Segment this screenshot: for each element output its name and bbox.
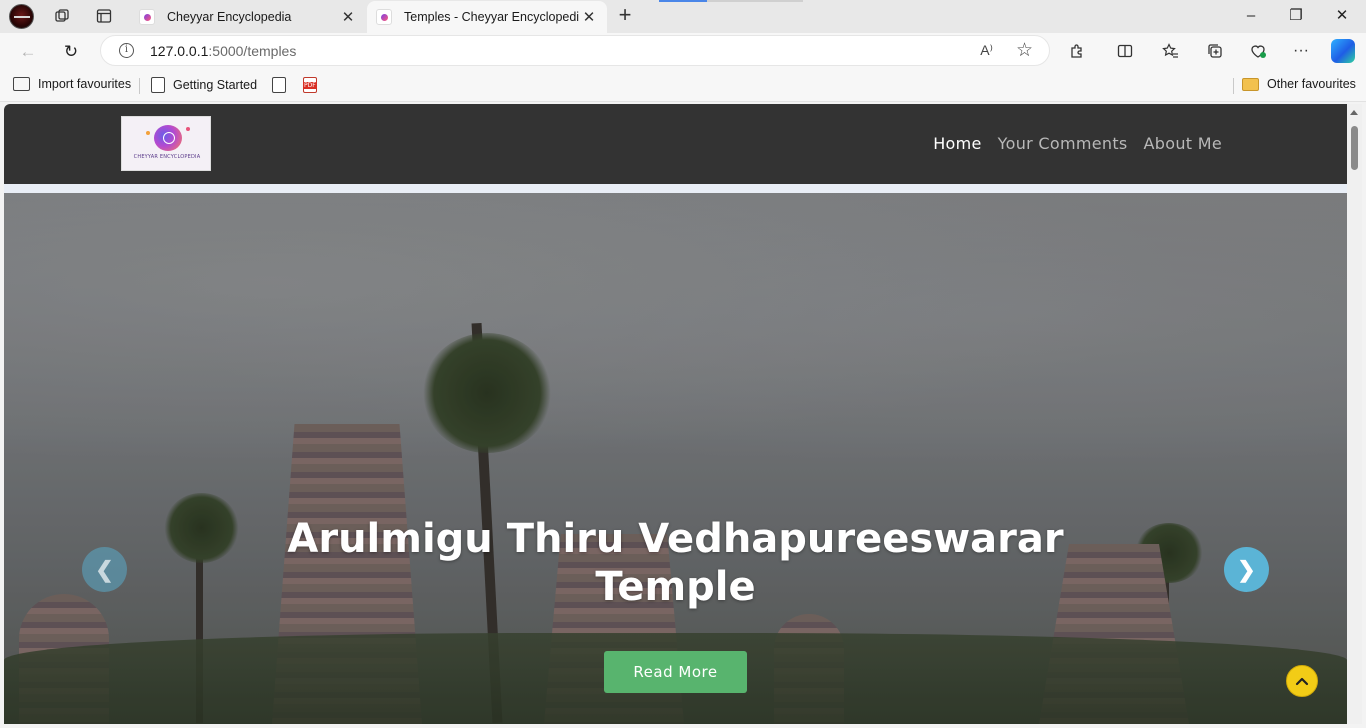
new-tab-icon[interactable]: + bbox=[614, 4, 636, 28]
browser-toolbar: ← ↻ i 127.0.0.1:5000/temples A⁾ ☆ ··· bbox=[0, 33, 1366, 69]
extensions-icon[interactable] bbox=[1066, 40, 1088, 62]
nav-home[interactable]: Home bbox=[933, 134, 981, 153]
getting-started-label: Getting Started bbox=[173, 78, 258, 92]
back-to-top-button[interactable] bbox=[1286, 665, 1318, 697]
page-icon bbox=[272, 77, 286, 93]
chevron-left-icon: ❮ bbox=[95, 556, 114, 582]
back-icon[interactable]: ← bbox=[15, 39, 41, 65]
read-aloud-icon[interactable]: A⁾ bbox=[980, 42, 993, 59]
page-icon bbox=[151, 77, 165, 93]
favorites-icon[interactable] bbox=[1159, 40, 1181, 62]
chevron-up-icon bbox=[1295, 677, 1309, 686]
hero-title: Arulmigu Thiru Vedhapureeswarar Temple bbox=[287, 516, 1064, 610]
tab-title: Cheyyar Encyclopedia bbox=[167, 10, 292, 24]
page-viewport: CHEYYAR ENCYCLOPEDIA Home Your Comments … bbox=[4, 104, 1347, 724]
logo-dot bbox=[146, 131, 150, 135]
collections-icon[interactable] bbox=[1204, 40, 1226, 62]
pdf-icon bbox=[303, 77, 317, 93]
tab-title: Temples - Cheyyar Encyclopedia bbox=[404, 10, 579, 24]
site-info-icon[interactable]: i bbox=[119, 43, 134, 58]
site-header: CHEYYAR ENCYCLOPEDIA Home Your Comments … bbox=[4, 104, 1347, 184]
import-favourites-link[interactable]: Import favourites bbox=[13, 77, 131, 91]
favorite-page-link[interactable] bbox=[272, 77, 294, 93]
favorite-pdf-link[interactable] bbox=[303, 77, 317, 93]
nav-your-comments[interactable]: Your Comments bbox=[998, 134, 1128, 153]
site-logo[interactable]: CHEYYAR ENCYCLOPEDIA bbox=[121, 116, 211, 171]
chevron-right-icon: ❯ bbox=[1237, 556, 1256, 582]
profile-avatar[interactable] bbox=[9, 4, 34, 29]
tab-strip-indicator bbox=[659, 0, 707, 2]
carousel-prev-button[interactable]: ❮ bbox=[82, 547, 127, 592]
logo-mark-icon bbox=[154, 125, 182, 151]
favorites-bar: Import favourites Getting Started Other … bbox=[0, 69, 1366, 102]
refresh-icon[interactable]: ↻ bbox=[58, 39, 84, 65]
getting-started-link[interactable]: Getting Started bbox=[151, 77, 257, 93]
read-more-button[interactable]: Read More bbox=[604, 651, 747, 693]
site-favicon-icon bbox=[139, 9, 155, 25]
carousel-next-button[interactable]: ❯ bbox=[1224, 547, 1269, 592]
workspaces-icon[interactable] bbox=[52, 6, 72, 26]
logo-dot bbox=[186, 127, 190, 131]
url-text[interactable]: 127.0.0.1:5000/temples bbox=[150, 43, 296, 59]
page-scrollbar[interactable] bbox=[1347, 104, 1362, 724]
nav-about-me[interactable]: About Me bbox=[1144, 134, 1222, 153]
more-options-icon[interactable]: ··· bbox=[1290, 40, 1312, 62]
restore-icon[interactable]: ❐ bbox=[1274, 4, 1318, 28]
tab-close-icon[interactable]: ✕ bbox=[579, 8, 599, 26]
browser-titlebar: Cheyyar Encyclopedia ✕ Temples - Cheyyar… bbox=[0, 0, 1366, 33]
copilot-icon[interactable] bbox=[1331, 39, 1355, 63]
logo-text: CHEYYAR ENCYCLOPEDIA bbox=[133, 154, 201, 160]
browser-essentials-icon[interactable] bbox=[1247, 40, 1269, 62]
tab-temples[interactable]: Temples - Cheyyar Encyclopedia ✕ bbox=[367, 1, 607, 33]
tab-actions-icon[interactable] bbox=[94, 6, 114, 26]
tab-cheyyar-encyclopedia[interactable]: Cheyyar Encyclopedia ✕ bbox=[130, 1, 366, 33]
hero-carousel: Arulmigu Thiru Vedhapureeswarar Temple R… bbox=[4, 193, 1347, 724]
favorites-divider bbox=[1233, 78, 1234, 94]
header-divider bbox=[4, 184, 1347, 193]
import-icon bbox=[13, 77, 30, 91]
add-favorite-icon[interactable]: ☆ bbox=[1016, 39, 1033, 62]
tab-strip-indicator-secondary bbox=[707, 0, 803, 2]
main-nav: Home Your Comments About Me bbox=[933, 134, 1222, 153]
scrollbar-thumb[interactable] bbox=[1351, 126, 1358, 170]
other-favourites-folder[interactable]: Other favourites bbox=[1242, 77, 1356, 91]
url-path: :5000/temples bbox=[208, 43, 297, 59]
close-window-icon[interactable]: ✕ bbox=[1320, 4, 1364, 28]
address-bar[interactable]: i 127.0.0.1:5000/temples A⁾ ☆ bbox=[100, 35, 1050, 66]
minimize-icon[interactable]: – bbox=[1229, 4, 1273, 28]
url-host: 127.0.0.1 bbox=[150, 43, 209, 59]
other-favourites-label: Other favourites bbox=[1267, 77, 1356, 91]
folder-icon bbox=[1242, 77, 1259, 91]
split-screen-icon[interactable] bbox=[1114, 40, 1136, 62]
scroll-up-icon[interactable] bbox=[1350, 110, 1358, 115]
tab-close-icon[interactable]: ✕ bbox=[338, 8, 358, 26]
hero-overlay bbox=[4, 193, 1347, 724]
site-favicon-icon bbox=[376, 9, 392, 25]
import-favourites-label: Import favourites bbox=[38, 77, 132, 91]
favorites-divider bbox=[139, 78, 140, 94]
